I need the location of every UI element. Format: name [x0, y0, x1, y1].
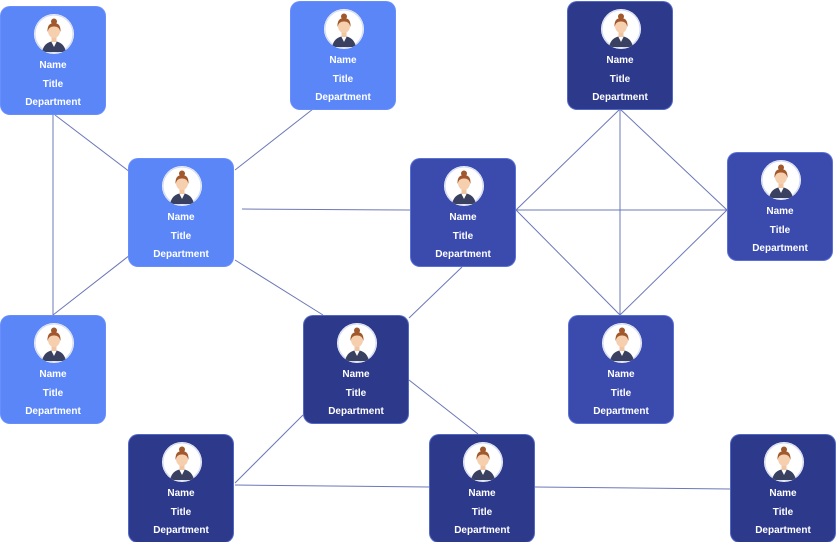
- node-department: Department: [25, 97, 81, 108]
- connector-line: [234, 414, 304, 484]
- connector-line: [234, 108, 314, 171]
- node-department: Department: [752, 243, 808, 254]
- female-person-icon: [324, 9, 364, 49]
- node-title: Title: [471, 507, 493, 518]
- node-title: Title: [42, 388, 64, 399]
- node-department: Department: [315, 92, 371, 103]
- female-person-icon: [162, 442, 202, 482]
- connector-line: [52, 254, 131, 316]
- org-node-card[interactable]: Name Title Department: [303, 315, 409, 424]
- node-title: Title: [772, 507, 794, 518]
- org-node-card[interactable]: Name Title Department: [0, 315, 106, 424]
- org-node-card[interactable]: Name Title Department: [568, 315, 674, 424]
- node-name: Name: [167, 212, 195, 223]
- node-department: Department: [592, 92, 648, 103]
- node-department: Department: [25, 406, 81, 417]
- org-node-card[interactable]: Name Title Department: [128, 158, 234, 267]
- node-department: Department: [328, 406, 384, 417]
- org-node-card[interactable]: Name Title Department: [727, 152, 833, 261]
- female-person-icon: [761, 160, 801, 200]
- female-person-icon: [463, 442, 503, 482]
- node-title: Title: [42, 79, 64, 90]
- node-title: Title: [170, 231, 192, 242]
- node-title: Title: [170, 507, 192, 518]
- org-network-diagram: Name Title Department Name Title Department Na…: [0, 0, 837, 542]
- node-department: Department: [755, 525, 811, 536]
- org-node-card[interactable]: Name Title Department: [567, 1, 673, 110]
- node-title: Title: [332, 74, 354, 85]
- node-title: Title: [452, 231, 474, 242]
- node-name: Name: [607, 369, 635, 380]
- female-person-icon: [602, 323, 642, 363]
- node-department: Department: [454, 525, 510, 536]
- connector-line: [534, 486, 731, 490]
- org-node-card[interactable]: Name Title Department: [290, 1, 396, 110]
- female-person-icon: [34, 14, 74, 54]
- node-name: Name: [39, 369, 67, 380]
- connector-line: [408, 379, 479, 435]
- node-name: Name: [449, 212, 477, 223]
- node-department: Department: [153, 525, 209, 536]
- connector-line: [54, 114, 131, 173]
- org-node-card[interactable]: Name Title Department: [410, 158, 516, 267]
- connector-line: [515, 209, 621, 316]
- node-name: Name: [167, 488, 195, 499]
- female-person-icon: [337, 323, 377, 363]
- org-node-card[interactable]: Name Title Department: [0, 6, 106, 115]
- org-node-card[interactable]: Name Title Department: [730, 434, 836, 542]
- org-node-card[interactable]: Name Title Department: [128, 434, 234, 542]
- node-name: Name: [606, 55, 634, 66]
- connector-line: [619, 108, 728, 211]
- node-title: Title: [609, 74, 631, 85]
- node-department: Department: [593, 406, 649, 417]
- connector-line: [408, 266, 463, 319]
- female-person-icon: [601, 9, 641, 49]
- node-name: Name: [468, 488, 496, 499]
- org-node-card[interactable]: Name Title Department: [429, 434, 535, 542]
- female-person-icon: [162, 166, 202, 206]
- node-title: Title: [345, 388, 367, 399]
- female-person-icon: [764, 442, 804, 482]
- connector-line: [619, 209, 728, 316]
- female-person-icon: [34, 323, 74, 363]
- connector-line: [515, 108, 621, 211]
- connector-line: [241, 208, 411, 211]
- connector-lines: [52, 108, 731, 490]
- node-name: Name: [329, 55, 357, 66]
- connector-line: [234, 484, 430, 488]
- node-department: Department: [153, 249, 209, 260]
- node-name: Name: [769, 488, 797, 499]
- node-department: Department: [435, 249, 491, 260]
- node-name: Name: [766, 206, 794, 217]
- node-name: Name: [342, 369, 370, 380]
- node-title: Title: [769, 225, 791, 236]
- node-name: Name: [39, 60, 67, 71]
- female-person-icon: [444, 166, 484, 206]
- node-title: Title: [610, 388, 632, 399]
- connector-line: [234, 259, 324, 316]
